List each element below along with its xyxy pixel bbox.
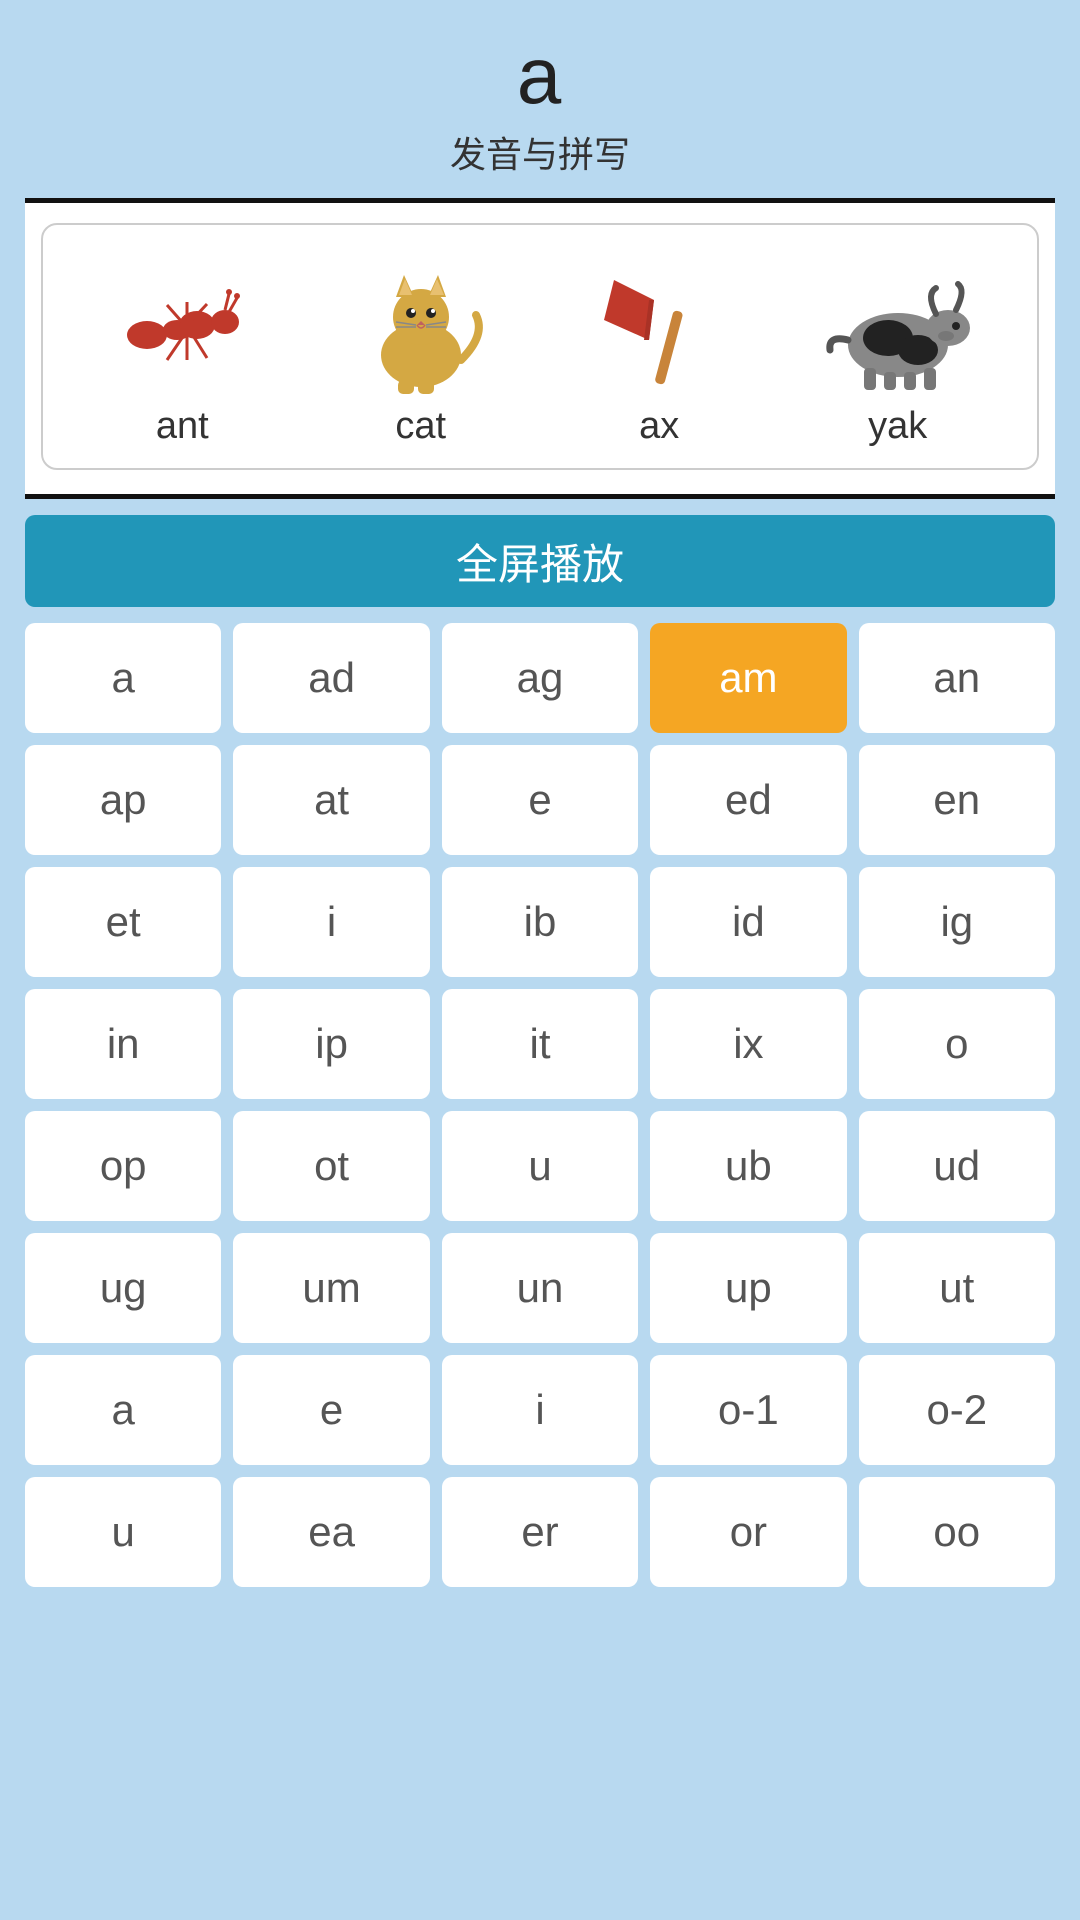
grid-cell-an-4[interactable]: an — [859, 623, 1055, 733]
grid-cell-ed-8[interactable]: ed — [650, 745, 846, 855]
grid-cell-e-7[interactable]: e — [442, 745, 638, 855]
grid-cell-en-9[interactable]: en — [859, 745, 1055, 855]
grid-cell-o-19[interactable]: o — [859, 989, 1055, 1099]
yak-icon — [818, 255, 978, 395]
grid-cell-o-1-33[interactable]: o-1 — [650, 1355, 846, 1465]
word-yak: yak — [868, 405, 927, 448]
flashcard-images: ant — [63, 255, 1017, 448]
grid-cell-ap-5[interactable]: ap — [25, 745, 221, 855]
grid-cell-ad-1[interactable]: ad — [233, 623, 429, 733]
flashcard-item-yak: yak — [818, 255, 978, 448]
grid-cell-e-31[interactable]: e — [233, 1355, 429, 1465]
grid-cell-ix-18[interactable]: ix — [650, 989, 846, 1099]
grid-cell-um-26[interactable]: um — [233, 1233, 429, 1343]
cat-icon — [341, 255, 501, 395]
grid-cell-it-17[interactable]: it — [442, 989, 638, 1099]
fullscreen-button[interactable]: 全屏播放 — [25, 515, 1055, 607]
flashcard-item-ax: ax — [579, 255, 739, 448]
ant-icon — [102, 255, 262, 395]
grid-cell-a-30[interactable]: a — [25, 1355, 221, 1465]
flashcard-outer: ant — [25, 198, 1055, 499]
flashcard-inner: ant — [41, 223, 1039, 470]
flashcard-item-cat: cat — [341, 255, 501, 448]
word-ant: ant — [156, 405, 209, 448]
grid-cell-ip-16[interactable]: ip — [233, 989, 429, 1099]
grid-cell-ea-36[interactable]: ea — [233, 1477, 429, 1587]
word-ax: ax — [639, 405, 679, 448]
grid-cell-op-20[interactable]: op — [25, 1111, 221, 1221]
grid-cell-up-28[interactable]: up — [650, 1233, 846, 1343]
grid-cell-et-10[interactable]: et — [25, 867, 221, 977]
flashcard-item-ant: ant — [102, 255, 262, 448]
ax-icon — [579, 255, 739, 395]
grid-cell-o-2-34[interactable]: o-2 — [859, 1355, 1055, 1465]
phonics-grid: aadagamanapateedenetiibidiginipitixoopot… — [25, 623, 1055, 1617]
grid-cell-ag-2[interactable]: ag — [442, 623, 638, 733]
grid-cell-am-3[interactable]: am — [650, 623, 846, 733]
grid-cell-i-11[interactable]: i — [233, 867, 429, 977]
grid-cell-or-38[interactable]: or — [650, 1477, 846, 1587]
grid-cell-ib-12[interactable]: ib — [442, 867, 638, 977]
grid-cell-er-37[interactable]: er — [442, 1477, 638, 1587]
grid-cell-in-15[interactable]: in — [25, 989, 221, 1099]
grid-cell-un-27[interactable]: un — [442, 1233, 638, 1343]
grid-cell-i-32[interactable]: i — [442, 1355, 638, 1465]
grid-cell-at-6[interactable]: at — [233, 745, 429, 855]
grid-cell-u-22[interactable]: u — [442, 1111, 638, 1221]
grid-cell-ut-29[interactable]: ut — [859, 1233, 1055, 1343]
page-subtitle: 发音与拼写 — [450, 126, 630, 178]
grid-cell-a-0[interactable]: a — [25, 623, 221, 733]
grid-cell-u-35[interactable]: u — [25, 1477, 221, 1587]
word-cat: cat — [395, 405, 446, 448]
grid-cell-ub-23[interactable]: ub — [650, 1111, 846, 1221]
grid-cell-oo-39[interactable]: oo — [859, 1477, 1055, 1587]
grid-cell-ot-21[interactable]: ot — [233, 1111, 429, 1221]
grid-cell-ig-14[interactable]: ig — [859, 867, 1055, 977]
page-title: a — [517, 30, 564, 122]
grid-cell-id-13[interactable]: id — [650, 867, 846, 977]
grid-cell-ud-24[interactable]: ud — [859, 1111, 1055, 1221]
grid-cell-ug-25[interactable]: ug — [25, 1233, 221, 1343]
